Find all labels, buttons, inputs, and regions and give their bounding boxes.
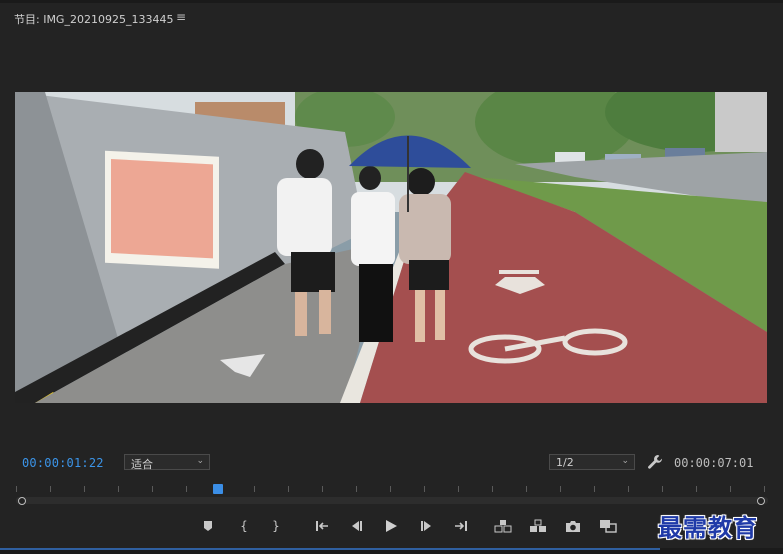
go-to-in-button[interactable]	[311, 516, 333, 536]
ruler-tick	[424, 486, 425, 492]
ruler-tick	[594, 486, 595, 492]
step-forward-icon	[421, 521, 431, 531]
panel-header: 节目: IMG_20210925_133445 ≡	[0, 8, 783, 30]
ruler-tick	[50, 486, 51, 492]
ruler-tick	[254, 486, 255, 492]
bottom-accent-bar	[0, 548, 660, 550]
ruler-tick	[84, 486, 85, 492]
video-preview-frame[interactable]	[15, 92, 767, 403]
wrench-icon[interactable]	[647, 454, 663, 470]
hamburger-menu-icon[interactable]: ≡	[176, 10, 186, 24]
ruler-tick	[322, 486, 323, 492]
video-frame-image	[15, 92, 767, 403]
step-forward-button[interactable]	[416, 516, 438, 536]
extract-button[interactable]	[527, 516, 549, 536]
ruler-tick	[662, 486, 663, 492]
go-to-in-icon	[316, 521, 328, 531]
camera-icon	[566, 520, 580, 532]
monitor-controls-row: 00:00:01:22 适合 ⌄ 1/2 ⌄ 00:00:07:01	[0, 452, 783, 474]
comparison-icon	[600, 520, 617, 533]
scrub-start-handle[interactable]	[18, 497, 26, 505]
ruler-tick	[730, 486, 731, 492]
playback-resolution-dropdown[interactable]: 1/2 ⌄	[549, 454, 635, 470]
top-border	[0, 0, 783, 3]
marker-icon	[204, 521, 212, 531]
duration-timecode: 00:00:07:01	[674, 456, 754, 470]
ruler-tick	[560, 486, 561, 492]
go-to-out-icon	[455, 521, 467, 531]
mark-in-button[interactable]: {	[233, 516, 255, 536]
ruler-tick	[458, 486, 459, 492]
extract-icon	[530, 519, 546, 532]
ruler-tick	[764, 486, 765, 492]
ruler-tick	[152, 486, 153, 492]
mark-in-icon: {	[240, 519, 248, 533]
ruler-tick	[186, 486, 187, 492]
ruler-tick	[628, 486, 629, 492]
chevron-down-icon: ⌄	[196, 456, 204, 466]
scrub-bar[interactable]	[16, 497, 768, 504]
ruler-tick	[492, 486, 493, 492]
ruler-tick	[118, 486, 119, 492]
step-back-icon	[352, 521, 362, 531]
go-to-out-button[interactable]	[450, 516, 472, 536]
program-monitor-title[interactable]: 节目: IMG_20210925_133445	[14, 11, 173, 27]
export-frame-button[interactable]	[562, 516, 584, 536]
comparison-view-button[interactable]	[597, 516, 619, 536]
playback-resolution-value: 1/2	[556, 456, 574, 469]
current-timecode[interactable]: 00:00:01:22	[22, 456, 104, 470]
mark-out-button[interactable]: }	[265, 516, 287, 536]
step-back-button[interactable]	[345, 516, 367, 536]
play-button[interactable]	[380, 516, 402, 536]
ruler-tick	[356, 486, 357, 492]
add-marker-button[interactable]	[197, 516, 219, 536]
chevron-down-icon: ⌄	[621, 456, 629, 466]
ruler-tick	[526, 486, 527, 492]
scrub-end-handle[interactable]	[757, 497, 765, 505]
watermark-logo: 最需教育	[658, 513, 758, 542]
lift-icon	[494, 520, 512, 533]
play-icon	[386, 520, 397, 532]
lift-button[interactable]	[492, 516, 514, 536]
ruler-tick	[696, 486, 697, 492]
playhead-marker[interactable]	[212, 484, 223, 494]
mark-out-icon: }	[272, 519, 280, 533]
fit-zoom-value: 适合	[131, 458, 153, 471]
ruler-tick	[16, 486, 17, 492]
fit-zoom-dropdown[interactable]: 适合 ⌄	[124, 454, 210, 471]
ruler-tick	[390, 486, 391, 492]
ruler-tick	[288, 486, 289, 492]
